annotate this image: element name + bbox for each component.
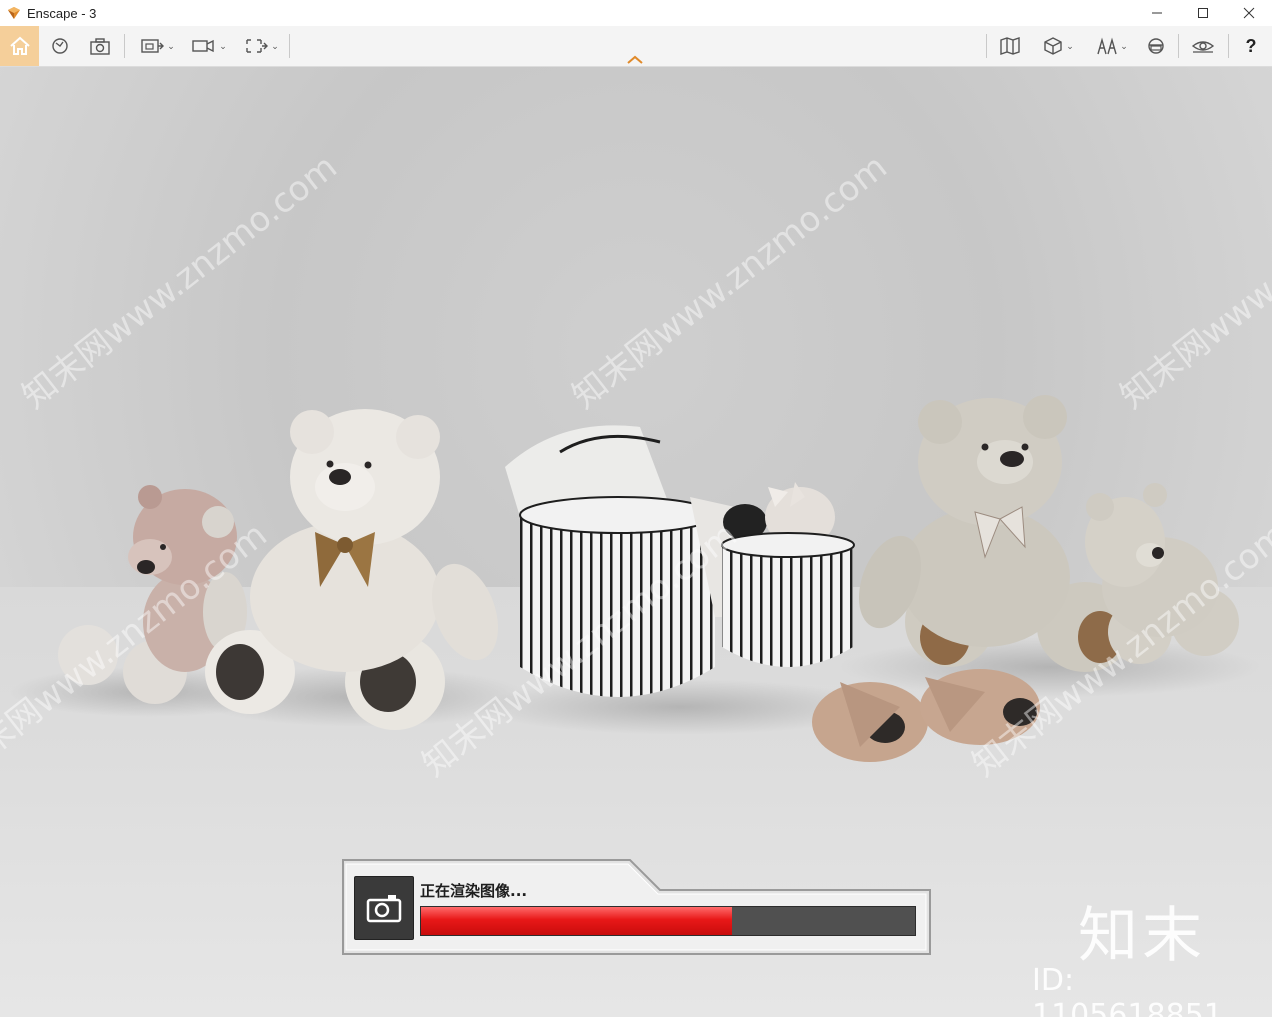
camera-button	[354, 876, 414, 940]
window-title: Enscape - 3	[27, 5, 97, 21]
home-button[interactable]	[0, 26, 39, 66]
toolbar-separator	[124, 34, 125, 58]
render-status-label: 正在渲染图像...	[420, 882, 528, 900]
enscape-logo-icon	[8, 7, 20, 19]
screenshot-settings-button[interactable]	[86, 26, 114, 66]
small-striped-basket	[721, 482, 855, 667]
cube-view-button[interactable]: ⌄	[1034, 26, 1082, 66]
maximize-icon	[1198, 8, 1208, 18]
enscape-window: Enscape - 3 ⌄ ⌄ ⌄ ⌄ ⌄ ? 知末网www.znzmo.com…	[0, 0, 1272, 1022]
render-progress-fill	[421, 907, 733, 935]
chevron-down-icon: ⌄	[167, 40, 175, 51]
chevron-down-icon: ⌄	[219, 40, 227, 51]
cube-view-icon	[1044, 37, 1062, 55]
vr-headset-button[interactable]	[1142, 26, 1170, 66]
batch-render-button[interactable]: ⌄	[238, 26, 284, 66]
render-viewport[interactable]: 知末网www.znzmo.com 知末网www.znzmo.com 知末网www…	[0, 67, 1272, 1017]
help-button[interactable]: ?	[1236, 26, 1266, 66]
title-bar: Enscape - 3	[0, 0, 1272, 26]
toolbar-separator	[289, 34, 290, 58]
home-icon	[9, 36, 30, 55]
close-button[interactable]	[1226, 0, 1272, 26]
video-path-button[interactable]: ⌄	[186, 26, 232, 66]
orbit-button[interactable]	[46, 26, 74, 66]
capture-view-icon	[141, 39, 165, 53]
znzmo-logo: 知末	[1078, 901, 1206, 971]
chevron-down-icon: ⌄	[1120, 40, 1128, 51]
capture-view-button[interactable]: ⌄	[134, 26, 180, 66]
video-path-icon	[192, 39, 214, 53]
batch-render-icon	[246, 39, 269, 53]
screenshot-settings-icon	[90, 38, 110, 55]
close-icon	[1243, 7, 1255, 19]
orbit-icon	[52, 38, 68, 54]
render-progress-bar	[420, 906, 916, 936]
toolbar-separator	[1178, 34, 1179, 58]
maximize-button[interactable]	[1180, 0, 1226, 26]
camera-icon	[366, 895, 402, 923]
chevron-up-icon	[627, 55, 643, 64]
toolbar-separator	[986, 34, 987, 58]
minimize-button[interactable]	[1134, 0, 1180, 26]
visibility-icon	[1191, 41, 1215, 53]
assets-button[interactable]: ⌄	[1088, 26, 1136, 66]
minimize-icon	[1152, 12, 1162, 14]
chevron-down-icon: ⌄	[271, 40, 279, 51]
image-id-label: ID: 1105618851	[1032, 963, 1223, 1017]
visibility-button[interactable]	[1188, 26, 1218, 66]
enscape-toolbar: ⌄ ⌄ ⌄ ⌄ ⌄ ?	[0, 26, 1272, 67]
map-button[interactable]	[996, 26, 1024, 66]
vr-headset-icon	[1148, 38, 1164, 54]
window-controls	[1134, 0, 1272, 26]
assets-icon	[1097, 37, 1117, 55]
map-icon	[1000, 37, 1020, 55]
chevron-down-icon: ⌄	[1066, 40, 1074, 51]
toolbar-separator	[1228, 34, 1229, 58]
render-progress-panel: 正在渲染图像...	[342, 858, 932, 956]
help-icon: ?	[1245, 35, 1257, 56]
